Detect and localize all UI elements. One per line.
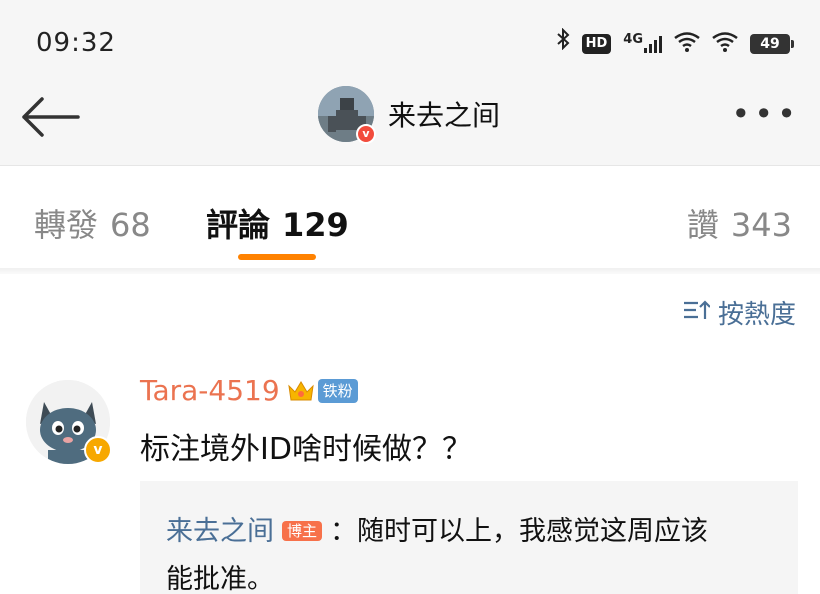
fan-badge: 铁粉 [317, 378, 358, 403]
crown-icon [286, 376, 316, 406]
verified-badge-icon: v [356, 124, 376, 144]
tab-like-count: 343 [730, 206, 792, 244]
reply-text-2: 能批准。 [166, 564, 274, 594]
tab-repost-count: 68 [110, 206, 151, 244]
verified-badge-icon: v [84, 436, 112, 464]
sort-label: 按熱度 [717, 300, 796, 330]
back-button[interactable] [18, 95, 82, 139]
status-time: 09:32 [36, 28, 116, 58]
tab-comment[interactable]: 評論 129 [206, 200, 349, 246]
top-bar: 09:32 HD 4G 49 v 来去之间 ••• [0, 0, 820, 166]
header-user[interactable]: v 来去之间 [318, 86, 500, 144]
tab-bar: 轉發 68 評論 129 讚 343 [0, 166, 820, 268]
arrow-left-icon [22, 97, 80, 137]
reply-line-1: 来去之间 博主 ：随时可以上，我感觉这周应该 [166, 509, 708, 548]
comment-avatar[interactable]: v [26, 380, 112, 464]
battery-indicator: 49 [750, 34, 794, 54]
network-type: 4G [623, 32, 643, 47]
comment-text: 标注境外ID啥时候做？？ [140, 432, 472, 467]
header-avatar[interactable]: v [318, 86, 376, 144]
comment-author[interactable]: Tara-4519 [140, 374, 280, 407]
tab-repost[interactable]: 轉發 68 [34, 200, 151, 246]
tab-comment-label: 評論 [206, 206, 271, 244]
reply-author[interactable]: 来去之间 [166, 516, 274, 547]
tab-comment-count: 129 [282, 206, 349, 244]
cellular-icon: 4G [623, 32, 662, 53]
active-tab-indicator [238, 254, 316, 260]
sort-icon [682, 299, 711, 327]
comment-author-row: Tara-4519 铁粉 [140, 374, 358, 407]
reply-text-1: 随时可以上，我感觉这周应该 [357, 516, 709, 547]
tab-like-label: 讚 [686, 206, 719, 244]
bluetooth-icon [556, 27, 570, 60]
section-divider [0, 268, 820, 274]
header-title[interactable]: 来去之间 [388, 94, 500, 134]
status-icons: HD 4G 49 [556, 27, 794, 60]
sort-button[interactable]: 按熱度 [682, 294, 796, 331]
tab-repost-label: 轉發 [34, 206, 99, 244]
tab-like[interactable]: 讚 343 [687, 200, 792, 246]
hd-badge: HD [581, 34, 612, 54]
more-dots-icon[interactable]: ••• [731, 98, 800, 130]
op-badge: 博主 [282, 521, 323, 541]
reply-box[interactable]: 来去之间 博主 ：随时可以上，我感觉这周应该 能批准。 [140, 481, 798, 594]
wifi-icon [674, 32, 700, 56]
reply-separator: ： [330, 516, 358, 547]
wifi-icon-2 [712, 32, 738, 56]
